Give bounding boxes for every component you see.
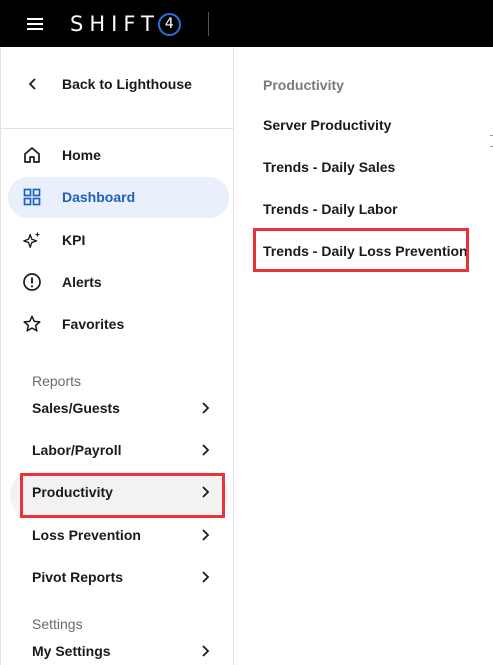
report-item-label: Labor/Payroll bbox=[32, 442, 122, 458]
header-divider bbox=[208, 12, 209, 36]
sidebar-item-kpi[interactable]: KPI bbox=[1, 228, 234, 252]
report-item-productivity[interactable]: Productivity bbox=[1, 477, 234, 507]
submenu-item-server-productivity[interactable]: Server Productivity bbox=[263, 117, 391, 133]
sidebar-item-favorites[interactable]: Favorites bbox=[1, 312, 234, 336]
report-item-sales-guests[interactable]: Sales/Guests bbox=[1, 393, 234, 423]
reports-section-heading: Reports bbox=[32, 373, 82, 389]
sidebar-item-alerts[interactable]: Alerts bbox=[1, 270, 234, 294]
sidebar-item-label: Favorites bbox=[62, 316, 125, 332]
sidebar: Back to Lighthouse Home Dashboard KPI Al… bbox=[0, 47, 234, 665]
sidebar-divider bbox=[1, 128, 234, 129]
sidebar-item-label: KPI bbox=[62, 232, 86, 248]
submenu-panel: Productivity Server Productivity Trends … bbox=[234, 47, 493, 665]
report-item-label: Productivity bbox=[32, 484, 113, 500]
home-icon bbox=[22, 145, 42, 165]
chevron-right-icon bbox=[202, 444, 210, 456]
submenu-title: Productivity bbox=[263, 77, 344, 93]
back-to-lighthouse-link[interactable]: Back to Lighthouse bbox=[1, 71, 234, 97]
brand-logo[interactable]: SHIFT 4 bbox=[70, 11, 181, 37]
report-item-loss-prevention[interactable]: Loss Prevention bbox=[1, 520, 234, 550]
settings-item-label: My Settings bbox=[32, 643, 111, 659]
submenu-item-trends-daily-labor[interactable]: Trends - Daily Labor bbox=[263, 201, 398, 217]
chevron-right-icon bbox=[202, 645, 210, 657]
sparkle-icon bbox=[22, 230, 42, 250]
settings-section-heading: Settings bbox=[32, 616, 83, 632]
sidebar-item-home[interactable]: Home bbox=[1, 143, 234, 167]
back-link-label: Back to Lighthouse bbox=[62, 76, 192, 92]
star-icon bbox=[22, 314, 42, 334]
sidebar-item-label: Alerts bbox=[62, 274, 102, 290]
submenu-item-trends-daily-sales[interactable]: Trends - Daily Sales bbox=[263, 159, 395, 175]
sidebar-item-dashboard[interactable]: Dashboard bbox=[1, 185, 234, 209]
sidebar-item-label: Dashboard bbox=[62, 189, 136, 205]
sidebar-item-label: Home bbox=[62, 147, 101, 163]
brand-logo-mark: 4 bbox=[157, 12, 181, 36]
report-item-labor-payroll[interactable]: Labor/Payroll bbox=[1, 435, 234, 465]
alert-circle-icon bbox=[22, 272, 42, 292]
report-item-pivot-reports[interactable]: Pivot Reports bbox=[1, 562, 234, 592]
top-bar: SHIFT 4 bbox=[0, 0, 493, 47]
chevron-right-icon bbox=[202, 402, 210, 414]
settings-item-my-settings[interactable]: My Settings bbox=[1, 636, 234, 665]
dashboard-grid-icon bbox=[22, 187, 42, 207]
brand-logo-text: SHIFT bbox=[70, 12, 160, 36]
hamburger-menu-icon[interactable] bbox=[18, 11, 52, 37]
report-item-label: Pivot Reports bbox=[32, 569, 124, 585]
chevron-left-icon bbox=[23, 74, 43, 94]
submenu-item-trends-daily-loss-prevention[interactable]: Trends - Daily Loss Prevention bbox=[263, 243, 468, 259]
report-item-label: Loss Prevention bbox=[32, 527, 141, 543]
chevron-right-icon bbox=[202, 571, 210, 583]
chevron-right-icon bbox=[202, 486, 210, 498]
chevron-right-icon bbox=[202, 529, 210, 541]
report-item-label: Sales/Guests bbox=[32, 400, 120, 416]
